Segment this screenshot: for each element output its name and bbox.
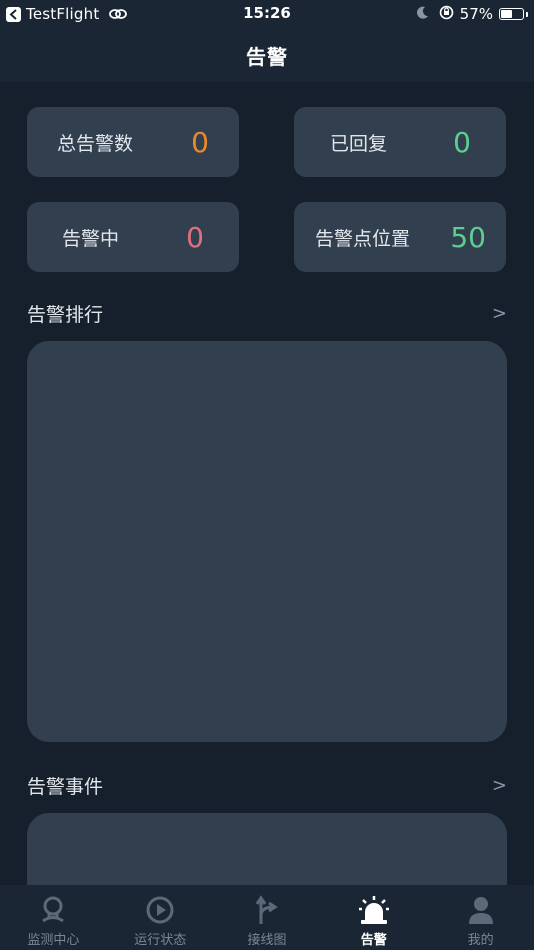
tab-bar: 监测中心 运行状态 接线图 告警 我的 <box>0 885 534 950</box>
section-title-ranking: 告警排行 <box>27 304 104 326</box>
stat-label: 已回复 <box>330 132 388 155</box>
stat-label: 告警点位置 <box>315 227 411 250</box>
stat-value: 0 <box>453 125 471 159</box>
tab-label: 运行状态 <box>134 933 187 948</box>
stat-card-total-alarms[interactable]: 总告警数 0 <box>27 107 239 177</box>
status-right: 57% <box>416 4 528 24</box>
tab-label: 监测中心 <box>27 933 80 948</box>
stat-value: 50 <box>450 220 486 254</box>
events-more-link[interactable]: > <box>492 775 507 796</box>
stat-label: 总告警数 <box>57 132 134 155</box>
section-title-events: 告警事件 <box>27 776 104 798</box>
moon-icon <box>416 5 429 23</box>
tab-label: 告警 <box>360 933 387 948</box>
tab-alarm[interactable]: 告警 <box>320 885 427 950</box>
stat-card-replied[interactable]: 已回复 0 <box>294 107 506 177</box>
rotation-lock-icon <box>439 5 454 24</box>
fork-arrow-icon <box>250 893 284 927</box>
monitor-center-icon <box>36 893 70 927</box>
battery-icon <box>499 8 528 20</box>
stat-card-alarm-points[interactable]: 告警点位置 50 <box>294 202 506 272</box>
nav-bar: 告警 <box>0 28 534 82</box>
stat-label: 告警中 <box>62 227 120 250</box>
tab-monitor-center[interactable]: 监测中心 <box>0 885 107 950</box>
ranking-panel <box>27 341 507 742</box>
tab-label: 接线图 <box>247 933 287 948</box>
status-bar: TestFlight 15:26 57% <box>0 0 534 28</box>
tab-mine[interactable]: 我的 <box>427 885 534 950</box>
stat-value: 0 <box>191 125 209 159</box>
user-icon <box>464 893 498 927</box>
ranking-more-link[interactable]: > <box>492 303 507 324</box>
alarm-light-icon <box>357 893 391 927</box>
stat-card-alarming[interactable]: 告警中 0 <box>27 202 239 272</box>
battery-percent: 57% <box>459 5 493 23</box>
page-title: 告警 <box>246 44 288 69</box>
tab-wiring-diagram[interactable]: 接线图 <box>214 885 321 950</box>
tab-run-status[interactable]: 运行状态 <box>107 885 214 950</box>
stat-value: 0 <box>186 220 204 254</box>
play-circle-icon <box>143 893 177 927</box>
tab-label: 我的 <box>467 933 494 948</box>
